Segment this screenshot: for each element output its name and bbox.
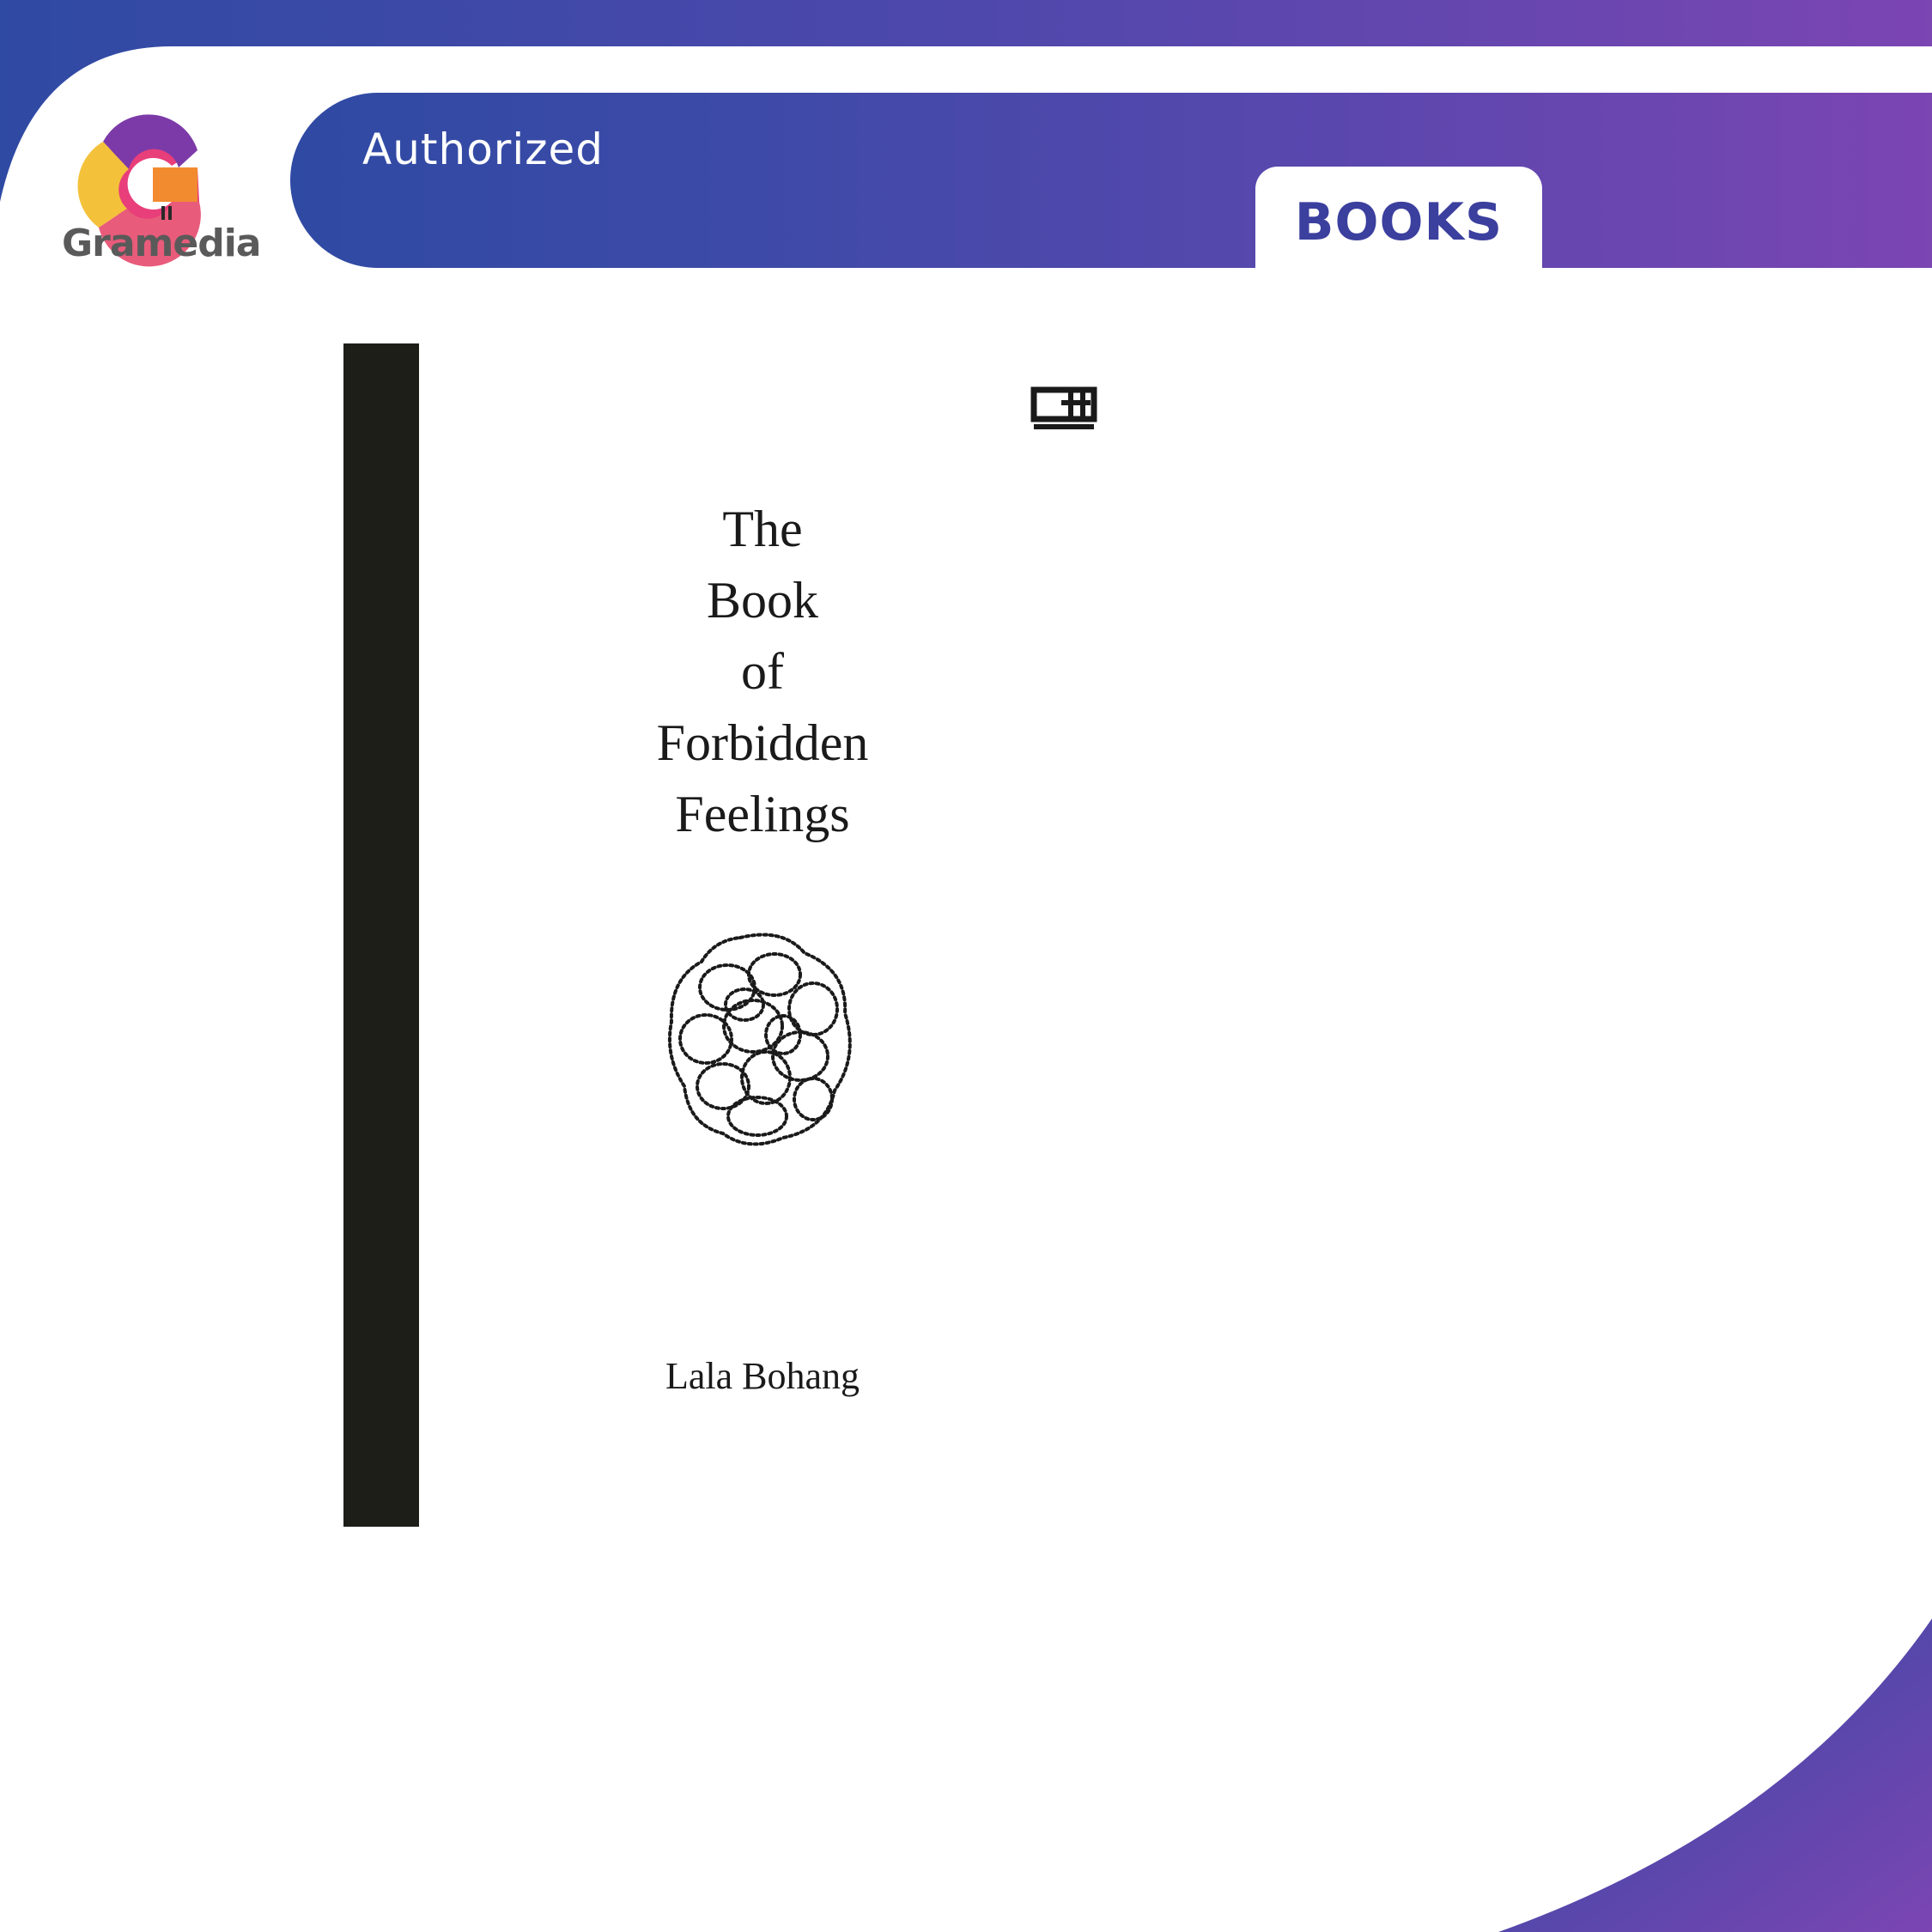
book-spine	[343, 343, 419, 1527]
author-name: Lala Bohang	[665, 1355, 860, 1397]
title-line-3: of	[741, 643, 784, 700]
title-line-1: The	[722, 501, 803, 557]
title-line-2: Book	[706, 572, 819, 629]
authorized-label: Authorized	[362, 125, 604, 174]
category-tab: BOOKS	[1255, 167, 1542, 268]
title-line-4: Forbidden	[656, 714, 869, 771]
header-banner	[290, 93, 1932, 268]
category-label: BOOKS	[1294, 192, 1504, 252]
gm-publisher-logo-icon	[1030, 386, 1097, 429]
brand-name: Gramedia	[62, 222, 261, 265]
scribble-illustration-icon	[667, 933, 852, 1146]
book-cover: The Book of Forbidden Feelings Lala Boha…	[343, 343, 1528, 1527]
title-line-5: Feelings	[675, 786, 850, 842]
